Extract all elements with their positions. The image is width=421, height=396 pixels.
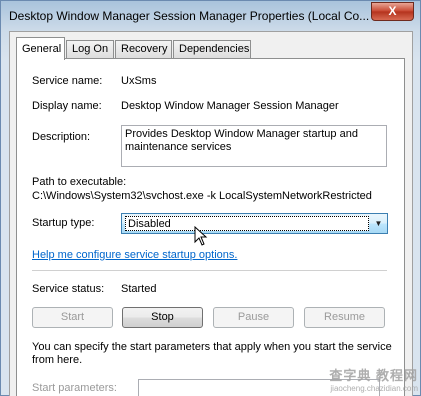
pause-button[interactable]: Pause	[213, 307, 294, 328]
startup-type-select[interactable]: Disabled ▼	[121, 213, 388, 234]
window-title: Desktop Window Manager Session Manager P…	[9, 9, 369, 23]
description-label: Description:	[32, 131, 91, 143]
title-bar[interactable]: Desktop Window Manager Session Manager P…	[1, 1, 420, 31]
watermark-main: 查字典 教程网	[329, 368, 418, 383]
start-params-label: Start parameters:	[32, 382, 117, 394]
display-name-label: Display name:	[32, 100, 102, 112]
chevron-down-icon[interactable]: ▼	[370, 214, 387, 233]
service-name-value: UxSms	[121, 75, 157, 87]
start-button[interactable]: Start	[32, 307, 113, 328]
path-value: C:\Windows\System32\svchost.exe -k Local…	[32, 190, 372, 202]
close-button[interactable]: X	[371, 2, 414, 21]
tab-general[interactable]: General	[16, 37, 65, 60]
stop-button[interactable]: Stop	[122, 307, 203, 328]
startup-type-value: Disabled	[125, 216, 369, 231]
help-configure-link[interactable]: Help me configure service startup option…	[32, 249, 237, 261]
general-tab-panel: Service name: UxSms Display name: Deskto…	[16, 58, 405, 396]
properties-window: Desktop Window Manager Session Manager P…	[0, 0, 421, 396]
path-label: Path to executable:	[32, 176, 127, 188]
separator	[32, 270, 387, 271]
startup-type-label: Startup type:	[32, 217, 95, 229]
start-params-info: You can specify the start parameters tha…	[32, 341, 392, 366]
service-name-label: Service name:	[32, 75, 103, 87]
resume-button[interactable]: Resume	[304, 307, 385, 328]
tab-dependencies[interactable]: Dependencies	[173, 40, 251, 59]
close-icon: X	[388, 4, 397, 18]
description-field[interactable]: Provides Desktop Window Manager startup …	[121, 125, 387, 167]
service-status-value: Started	[121, 283, 157, 295]
watermark: 查字典 教程网 jiaocheng.chazidian.com	[329, 365, 418, 393]
display-name-value: Desktop Window Manager Session Manager	[121, 100, 339, 112]
tab-recovery[interactable]: Recovery	[115, 40, 172, 59]
tab-log-on[interactable]: Log On	[66, 40, 114, 59]
dialog-client-area: General Log On Recovery Dependencies Ser…	[9, 31, 413, 396]
mouse-pointer-icon	[194, 226, 208, 246]
watermark-sub: jiaocheng.chazidian.com	[330, 384, 418, 393]
service-status-label: Service status:	[32, 283, 105, 295]
description-text: Provides Desktop Window Manager startup …	[125, 128, 358, 153]
